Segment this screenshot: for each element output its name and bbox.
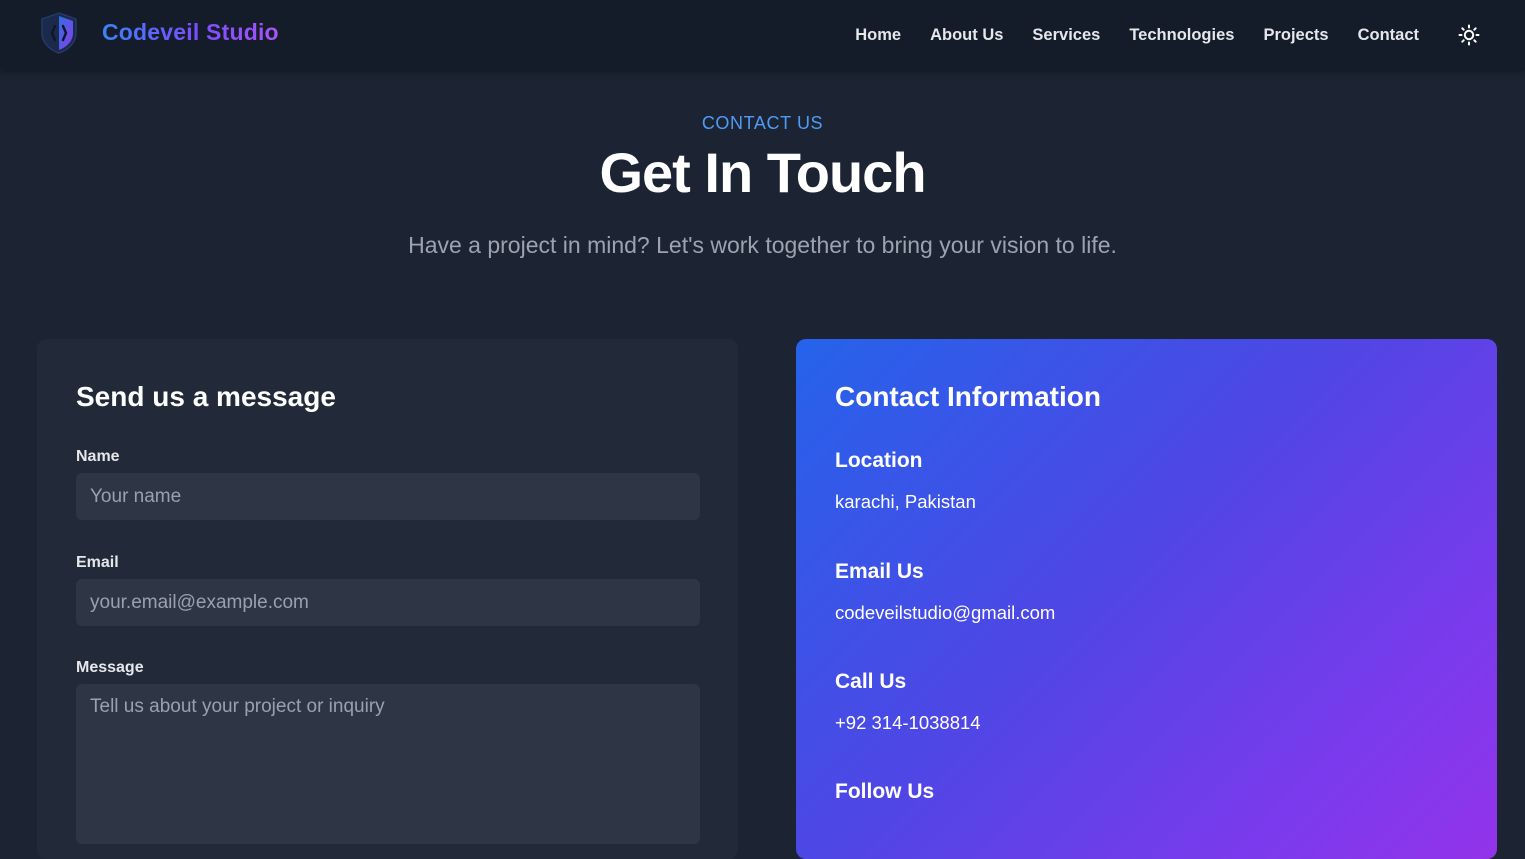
form-title: Send us a message (76, 381, 336, 412)
nav-contact[interactable]: Contact (1358, 26, 1419, 45)
email-link[interactable]: codeveilstudio@gmail.com (835, 602, 1055, 624)
name-label: Name (76, 448, 120, 465)
location-heading: Location (835, 449, 923, 472)
phone-heading: Call Us (835, 670, 907, 693)
nav-technologies[interactable]: Technologies (1129, 26, 1234, 45)
message-form-card: Send us a message Name Email Message (37, 339, 738, 859)
contact-info-card: Contact Information Location karachi, Pa… (796, 339, 1497, 859)
section-eyebrow: CONTACT US (701, 113, 824, 133)
name-input[interactable] (76, 473, 700, 520)
theme-toggle-button[interactable] (1457, 23, 1481, 47)
nav-about-us[interactable]: About Us (930, 26, 1003, 45)
sun-icon (1458, 24, 1480, 46)
shield-logo-icon[interactable] (38, 11, 80, 55)
location-value: karachi, Pakistan (835, 491, 976, 512)
email-label: Email (76, 554, 119, 571)
nav-home[interactable]: Home (855, 26, 901, 45)
phone-link[interactable]: +92 314-1038814 (835, 712, 981, 734)
nav-projects[interactable]: Projects (1263, 26, 1328, 45)
email-heading: Email Us (835, 560, 924, 583)
contact-info-title: Contact Information (835, 381, 1101, 412)
page-title: Get In Touch (599, 141, 926, 204)
message-textarea[interactable] (76, 684, 700, 844)
brand-name[interactable]: Codeveil Studio (102, 19, 279, 46)
nav-services[interactable]: Services (1032, 26, 1100, 45)
email-input[interactable] (76, 579, 700, 626)
main-nav: Home About Us Services Technologies Proj… (826, 0, 1525, 70)
message-label: Message (76, 659, 144, 676)
social-heading: Follow Us (835, 780, 935, 803)
page-subtitle: Have a project in mind? Let's work toget… (408, 232, 1117, 258)
top-navbar: Codeveil Studio Home About Us Services T… (0, 0, 1525, 70)
